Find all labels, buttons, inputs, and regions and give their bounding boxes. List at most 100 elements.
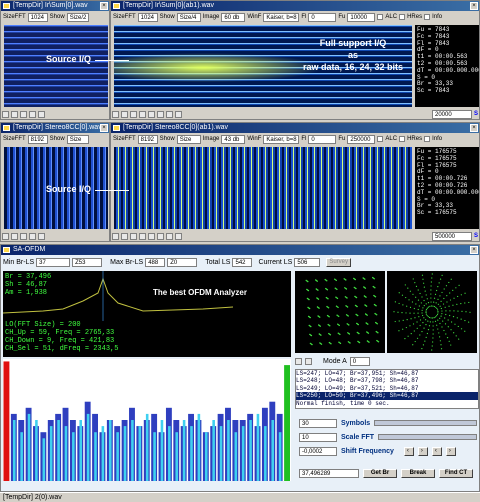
mode-input[interactable]: 0 xyxy=(349,356,370,366)
bandwidth-select[interactable]: 20000 xyxy=(431,109,472,119)
symbols-slider[interactable] xyxy=(374,420,477,426)
constellation-point xyxy=(433,301,435,303)
window-title-bar[interactable]: SA-OFDM × xyxy=(1,245,479,255)
window-title-bar[interactable]: [TempDir] Stereo8CC[0].wav × xyxy=(1,123,109,133)
tool-button[interactable] xyxy=(130,110,137,118)
min-br-ls-input-2[interactable]: Z53 xyxy=(72,257,103,267)
window-title-bar[interactable]: [TempDir] Ir\Sum[0](ab1).wav × xyxy=(111,1,479,11)
info-checkbox[interactable] xyxy=(424,136,431,142)
tool-button[interactable] xyxy=(38,110,45,118)
tool-button[interactable] xyxy=(130,232,137,240)
show-label: Show xyxy=(49,14,65,20)
tool-button[interactable] xyxy=(121,232,128,240)
show-select[interactable]: Size/2 xyxy=(66,12,89,22)
tool-button[interactable] xyxy=(166,110,173,118)
bandwidth-select[interactable]: 500000 xyxy=(431,231,472,241)
close-button[interactable]: × xyxy=(470,124,478,132)
tool-button[interactable] xyxy=(295,357,302,365)
constellation-point xyxy=(464,330,466,332)
constellation-point xyxy=(354,278,356,281)
show-select[interactable]: Size xyxy=(176,134,201,144)
tool-button[interactable] xyxy=(157,232,164,240)
tool-button[interactable] xyxy=(2,110,9,118)
tool-button[interactable] xyxy=(148,232,155,240)
tool-button[interactable] xyxy=(139,110,146,118)
step-button[interactable]: › xyxy=(445,446,456,456)
spectrogram[interactable] xyxy=(114,147,412,229)
spectrogram[interactable] xyxy=(4,25,108,107)
image-select[interactable]: 60 db xyxy=(221,12,246,22)
constellation-point xyxy=(445,310,447,312)
image-select[interactable]: 43 db xyxy=(221,134,246,144)
constellation-point xyxy=(416,337,419,339)
tool-button[interactable] xyxy=(175,110,182,118)
max-br-ls-input-2[interactable]: Z0 xyxy=(167,257,198,267)
tool-button[interactable] xyxy=(112,110,119,118)
step-button[interactable]: ‹ xyxy=(431,446,442,456)
subcarrier-bar-secondary xyxy=(49,426,53,481)
constellation-point xyxy=(415,285,418,287)
constellation-point xyxy=(437,319,439,321)
tool-button[interactable] xyxy=(11,232,18,240)
tool-button[interactable] xyxy=(148,110,155,118)
hres-checkbox[interactable] xyxy=(399,136,406,142)
window-title-bar[interactable]: [TempDir] Ir\Sum[0].wav × xyxy=(1,1,109,11)
tool-button[interactable] xyxy=(157,110,164,118)
scale-fft-slider[interactable] xyxy=(378,434,477,440)
size-fft-select[interactable]: 1024 xyxy=(27,12,48,22)
tool-button[interactable] xyxy=(305,357,312,365)
tool-button[interactable] xyxy=(2,232,9,240)
constellation-point xyxy=(421,312,423,314)
constellation-point xyxy=(422,307,424,309)
tool-button[interactable] xyxy=(20,232,27,240)
tool-button[interactable] xyxy=(112,232,119,240)
alc-checkbox[interactable] xyxy=(377,136,384,142)
tool-button[interactable] xyxy=(175,232,182,240)
close-button[interactable]: × xyxy=(470,246,478,254)
step-button[interactable]: ‹ xyxy=(403,446,414,456)
window-title-bar[interactable]: [TempDir] Stereo8CC[0](ab1).wav × xyxy=(111,123,479,133)
close-button[interactable]: × xyxy=(100,124,108,132)
fu-input[interactable]: 250000 xyxy=(347,134,376,144)
close-button[interactable]: × xyxy=(470,2,478,10)
tool-button[interactable] xyxy=(11,110,18,118)
show-select[interactable]: Size xyxy=(66,134,89,144)
br-value-field[interactable]: 37,496289 xyxy=(299,468,359,478)
break-button[interactable]: Break xyxy=(401,468,435,478)
tool-button[interactable] xyxy=(29,232,36,240)
constellation-point xyxy=(437,286,439,288)
info-checkbox[interactable] xyxy=(424,14,431,20)
max-br-ls-input[interactable]: 488 xyxy=(145,257,166,267)
constellation-point xyxy=(336,297,339,300)
hres-checkbox[interactable] xyxy=(399,14,406,20)
survey-button[interactable]: Survey xyxy=(326,257,352,267)
alc-checkbox[interactable] xyxy=(377,14,384,20)
constellation-point xyxy=(443,297,445,300)
shift-frequency-input[interactable]: -0,0002 xyxy=(299,446,337,456)
tool-button[interactable] xyxy=(29,110,36,118)
subcarrier-bar-secondary xyxy=(64,426,68,481)
fl-input[interactable]: 0 xyxy=(308,12,337,22)
scale-fft-input[interactable]: 10 xyxy=(299,432,337,442)
step-button[interactable]: › xyxy=(417,446,428,456)
tool-button[interactable] xyxy=(121,110,128,118)
size-fft-select[interactable]: 1024 xyxy=(137,12,158,22)
tool-button[interactable] xyxy=(38,232,45,240)
symbols-input[interactable]: 30 xyxy=(299,418,337,428)
constellation-point xyxy=(317,289,319,291)
window-function-select[interactable]: Kaiser, b=8 xyxy=(263,134,300,144)
spectrogram[interactable]: Full support I/Q as raw data, 16, 24, 32… xyxy=(114,25,412,107)
find-ct-button[interactable]: Find CT xyxy=(439,468,473,478)
min-br-ls-input[interactable]: 37 xyxy=(36,257,71,267)
fu-input[interactable]: 10000 xyxy=(347,12,376,22)
tool-button[interactable] xyxy=(166,232,173,240)
size-fft-select[interactable]: 8192 xyxy=(27,134,48,144)
close-button[interactable]: × xyxy=(100,2,108,10)
fl-input[interactable]: 0 xyxy=(308,134,337,144)
tool-button[interactable] xyxy=(20,110,27,118)
size-fft-select[interactable]: 8192 xyxy=(137,134,158,144)
window-function-select[interactable]: Kaiser, b=8 xyxy=(263,12,300,22)
get-br-button[interactable]: Get Br xyxy=(363,468,397,478)
tool-button[interactable] xyxy=(139,232,146,240)
show-select[interactable]: Size/4 xyxy=(176,12,201,22)
